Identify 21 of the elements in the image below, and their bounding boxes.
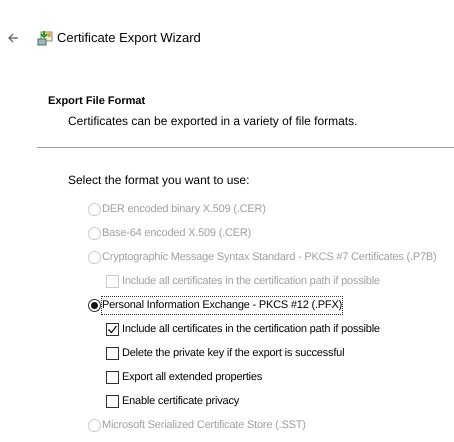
checkbox-label: Include all certificates in the certification path if possible [122, 322, 380, 338]
radio-label: Personal Information Exchange - PKCS #12 (.PFX) [102, 297, 342, 314]
checkbox[interactable] [106, 371, 119, 384]
checkbox[interactable] [106, 323, 119, 336]
radio-label: Microsoft Serialized Certificate Store (.SST) [102, 418, 306, 434]
prompt-text: Select the format you want to use: [68, 172, 250, 188]
radio-label: Cryptographic Message Syntax Standard - PKCS #7 Certificates (.P7B) [102, 250, 436, 266]
checkbox[interactable] [106, 347, 119, 360]
checkbox-label: Include all certificates in the certification path if possible [122, 274, 380, 290]
back-icon[interactable] [7, 32, 19, 44]
checkbox[interactable] [106, 395, 119, 408]
section-title: Export File Format [48, 94, 146, 109]
checkbox-label: Export all extended properties [122, 370, 262, 386]
section-subtitle: Certificates can be exported in a variety of file formats. [68, 112, 358, 130]
radio-label: DER encoded binary X.509 (.CER) [102, 202, 266, 218]
certificate-icon [36, 29, 54, 47]
radio-label: Base-64 encoded X.509 (.CER) [102, 226, 252, 242]
checkbox-label: Delete the private key if the export is successful [122, 346, 344, 362]
window-title: Certificate Export Wizard [57, 29, 201, 48]
radio-button[interactable] [88, 299, 101, 312]
checkbox-label: Enable certificate privacy [122, 394, 240, 410]
